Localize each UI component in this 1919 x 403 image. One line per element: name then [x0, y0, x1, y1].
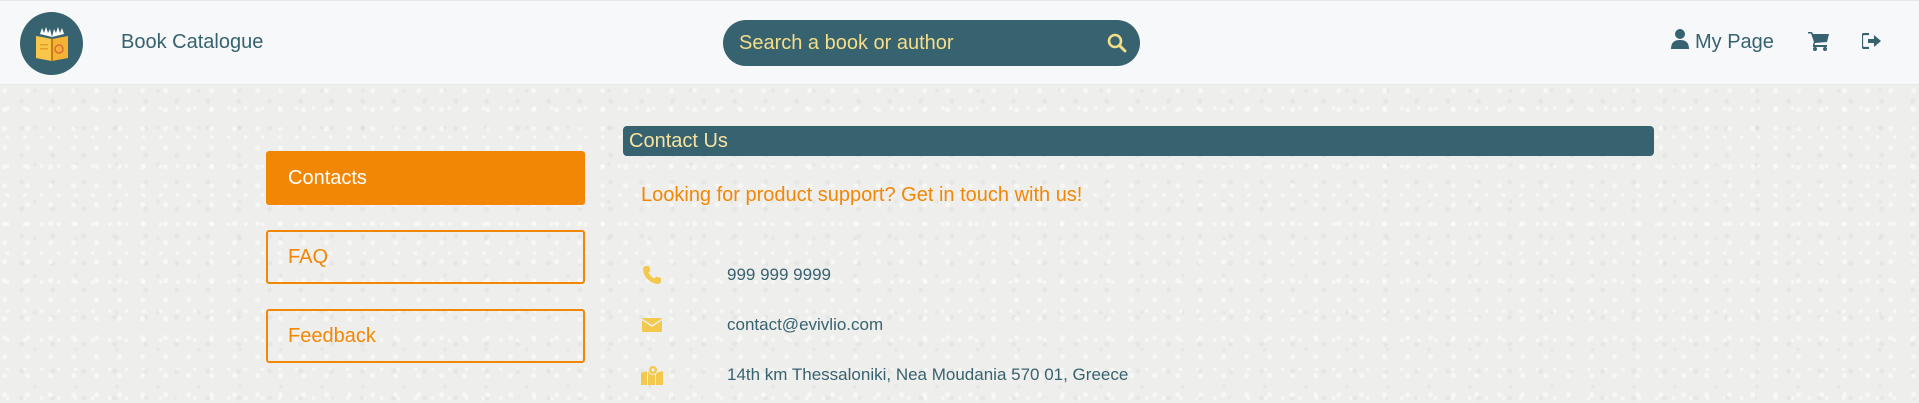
top-navbar: Book Catalogue My Page	[0, 0, 1919, 85]
map-marker-icon	[641, 364, 663, 386]
search-bar	[723, 20, 1140, 66]
contact-address-text: 14th km Thessaloniki, Nea Moudania 570 0…	[727, 365, 1129, 384]
contact-address-row: 14th km Thessaloniki, Nea Moudania 570 0…	[641, 364, 1128, 386]
logout-icon[interactable]	[1862, 33, 1882, 49]
my-page-label: My Page	[1695, 30, 1774, 53]
contact-email-row: contact@evivlio.com	[641, 314, 883, 336]
brand-link[interactable]: Book Catalogue	[121, 31, 263, 54]
phone-icon	[641, 264, 663, 286]
user-icon	[1671, 29, 1689, 55]
support-lead-text: Looking for product support? Get in touc…	[641, 184, 1083, 206]
contact-phone-link[interactable]: 999 999 9999	[727, 265, 831, 285]
sidebar-item-faq[interactable]: FAQ	[266, 230, 585, 284]
sidebar-item-label: Contacts	[288, 166, 367, 189]
sidebar-item-label: Feedback	[288, 324, 376, 347]
sidebar-item-contacts[interactable]: Contacts	[266, 151, 585, 205]
sidebar-item-label: FAQ	[288, 245, 329, 268]
cart-icon[interactable]	[1808, 31, 1830, 51]
book-logo-icon[interactable]	[20, 12, 83, 75]
my-page-link[interactable]: My Page	[1671, 29, 1774, 55]
contact-phone-row: 999 999 9999	[641, 264, 831, 286]
sidebar-item-feedback[interactable]: Feedback	[266, 309, 585, 363]
contact-email-link[interactable]: contact@evivlio.com	[727, 315, 883, 335]
search-input[interactable]	[723, 20, 1083, 66]
search-icon[interactable]	[1106, 32, 1128, 54]
section-title: Contact Us	[623, 126, 1654, 156]
envelope-icon	[641, 314, 663, 336]
